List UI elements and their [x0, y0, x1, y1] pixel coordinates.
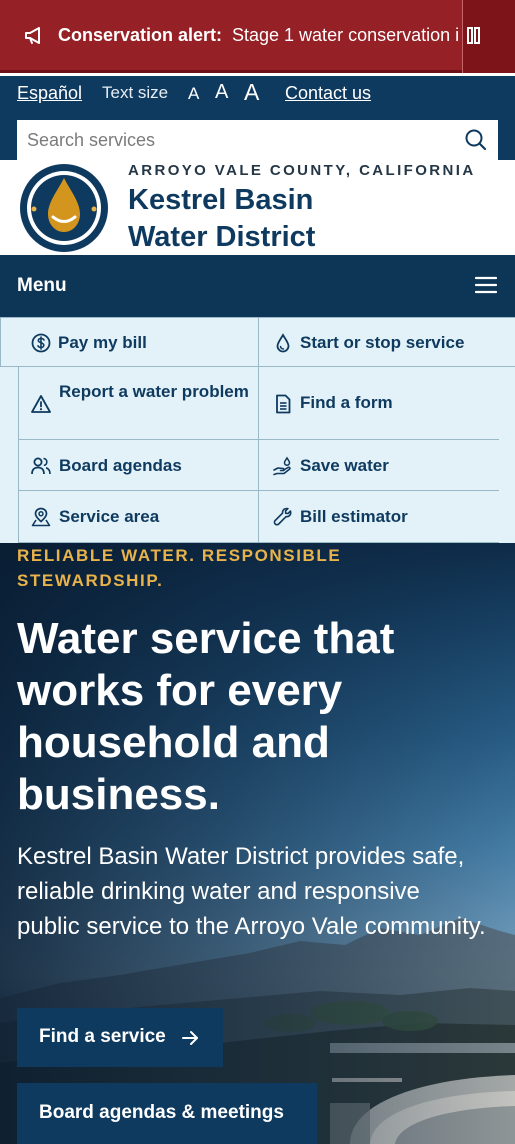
hero-title: Water service that works for every house… — [17, 614, 395, 819]
arrow-right-icon — [182, 1031, 198, 1045]
spanish-link[interactable]: Español — [17, 83, 82, 104]
quick-link-bill-estimator[interactable]: Bill estimator — [258, 490, 499, 543]
megaphone-icon — [25, 27, 40, 44]
search-bar — [17, 120, 498, 160]
quick-link-pay-bill[interactable]: Pay my bill — [0, 317, 259, 367]
district-name-line1: Kestrel Basin — [128, 184, 314, 216]
warning-icon — [31, 395, 51, 413]
pause-icon — [467, 27, 480, 44]
quick-link-find-form[interactable]: Find a form — [258, 366, 499, 440]
water-drop-logo[interactable] — [18, 162, 110, 254]
alert-banner: Conservation alert: Stage 1 water conser… — [0, 0, 515, 73]
hero-section: RELIABLE WATER. RESPONSIBLE STEWARDSHIP.… — [0, 543, 515, 1144]
water-drop-icon — [276, 333, 290, 353]
find-service-button[interactable]: Find a service — [17, 1008, 223, 1067]
quick-link-service-area[interactable]: Service area — [18, 490, 259, 543]
quick-link-label: Find a form — [300, 393, 393, 412]
district-name-line2: Water District — [128, 221, 316, 253]
quick-link-save-water[interactable]: Save water — [258, 439, 499, 491]
district-name[interactable]: Kestrel Basin Water District — [128, 182, 388, 256]
brand-header: ARROYO VALE COUNTY, CALIFORNIA Kestrel B… — [0, 160, 515, 255]
quick-link-label: Pay my bill — [58, 333, 147, 352]
quick-link-board-agendas[interactable]: Board agendas — [18, 439, 259, 491]
quick-link-label: Report a water problem — [59, 382, 249, 401]
quick-link-label: Start or stop service — [300, 333, 465, 352]
quick-link-start-stop[interactable]: Start or stop service — [258, 317, 515, 367]
text-size-medium[interactable]: A — [215, 81, 228, 104]
text-size-large[interactable]: A — [244, 79, 259, 106]
board-agendas-button[interactable]: Board agendas & meetings — [17, 1083, 317, 1144]
quick-link-label: Bill estimator — [300, 507, 408, 526]
quick-links-panel: Pay my bill Start or stop service Report… — [0, 317, 515, 543]
alert-text[interactable]: Stage 1 water conservation in effect — [232, 25, 458, 46]
dollar-icon — [31, 333, 51, 353]
menu-bar[interactable]: Menu — [0, 255, 515, 317]
hand-water-icon — [273, 456, 291, 476]
search-icon[interactable] — [464, 128, 488, 152]
text-size-label: Text size — [102, 83, 169, 102]
hero-eyebrow: RELIABLE WATER. RESPONSIBLE STEWARDSHIP. — [17, 546, 342, 590]
quick-link-label: Service area — [59, 507, 160, 526]
board-agendas-label: Board agendas & meetings — [39, 1102, 284, 1123]
alert-title: Conservation alert: — [58, 25, 223, 45]
map-pin-icon — [31, 507, 51, 527]
menu-label: Menu — [17, 275, 67, 296]
county-name: ARROYO VALE COUNTY, CALIFORNIA — [128, 162, 476, 179]
quick-link-label: Save water — [300, 456, 389, 475]
quick-link-label: Board agendas — [59, 456, 182, 475]
quick-link-report-problem[interactable]: Report a water problem — [18, 366, 259, 440]
hamburger-icon — [475, 276, 497, 294]
people-icon — [31, 457, 51, 475]
search-input[interactable] — [17, 120, 457, 160]
wrench-icon — [273, 507, 292, 526]
contact-link[interactable]: Contact us — [285, 83, 371, 104]
alert-pause-button[interactable] — [462, 0, 515, 73]
hero-body: Kestrel Basin Water District provides sa… — [17, 843, 486, 940]
document-icon — [276, 394, 291, 414]
find-service-label: Find a service — [39, 1026, 166, 1047]
text-size-small[interactable]: A — [188, 84, 199, 104]
